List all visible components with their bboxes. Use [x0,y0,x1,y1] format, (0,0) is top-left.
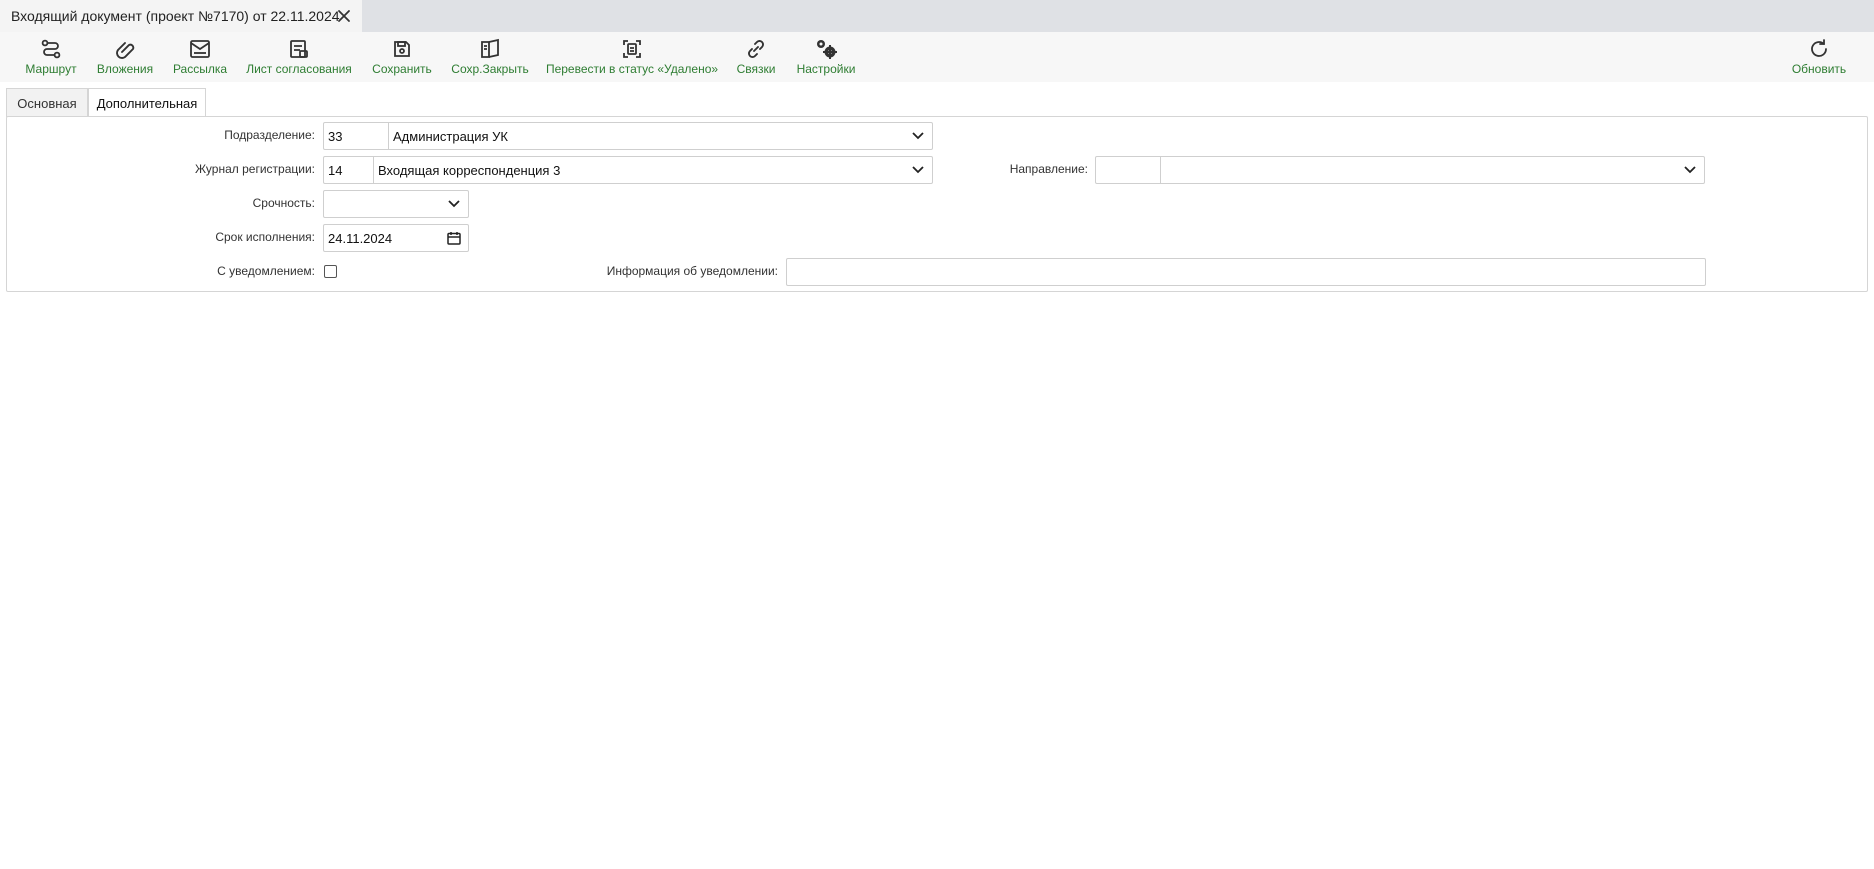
book-icon [477,37,503,61]
due-date-value[interactable]: 24.11.2024 [324,225,440,251]
urgency-select[interactable] [323,190,469,218]
direction-code[interactable] [1096,157,1161,183]
attachments-button[interactable]: Вложения [96,35,154,79]
tab-main[interactable]: Основная [6,88,88,117]
save-close-button[interactable]: Сохр.Закрыть [451,35,529,79]
notify-info-input[interactable] [786,258,1706,286]
mailing-button[interactable]: Рассылка [172,35,228,79]
settings-label: Настройки [796,62,856,76]
notify-checkbox[interactable] [324,265,337,278]
gears-icon [813,37,839,61]
urgency-value[interactable] [324,191,440,217]
move-deleted-button[interactable]: Перевести в статус «Удалено» [545,35,719,79]
close-icon[interactable] [334,6,354,26]
chevron-down-icon[interactable] [1676,157,1704,183]
document-tab-bar: Входящий документ (проект №7170) от 22.1… [0,0,1874,32]
chevron-down-icon[interactable] [904,123,932,149]
notify-label: С уведомлением: [217,264,315,278]
chevron-down-icon[interactable] [440,191,468,217]
due-date-label: Срок исполнения: [215,230,315,244]
attachments-label: Вложения [96,62,154,76]
refresh-icon [1806,37,1832,61]
notify-info-label: Информация об уведомлении: [606,264,778,278]
document-tab[interactable]: Входящий документ (проект №7170) от 22.1… [0,0,362,32]
refresh-button[interactable]: Обновить [1790,35,1848,79]
document-tab-title: Входящий документ (проект №7170) от 22.1… [11,8,340,24]
save-label: Сохранить [372,62,432,76]
calendar-icon[interactable] [440,225,468,251]
paperclip-icon [112,37,138,61]
urgency-label: Срочность: [252,196,315,210]
route-button[interactable]: Маршрут [24,35,78,79]
approval-sheet-button[interactable]: Лист согласования [245,35,353,79]
route-label: Маршрут [25,62,77,76]
floppy-icon [389,37,415,61]
mail-icon [187,37,213,61]
journal-label: Журнал регистрации: [194,162,315,176]
department-name[interactable]: Администрация УК [389,123,904,149]
department-label: Подразделение: [224,128,315,142]
tab-additional[interactable]: Дополнительная [88,88,206,118]
direction-label: Направление: [1009,162,1088,176]
notify-info-value[interactable] [787,259,1705,285]
links-label: Связки [736,62,776,76]
journal-name[interactable]: Входящая корреспонденция 3 [374,157,904,183]
journal-field[interactable]: 14 Входящая корреспонденция 3 [323,156,933,184]
journal-code[interactable]: 14 [324,157,374,183]
links-button[interactable]: Связки [735,35,777,79]
settings-button[interactable]: Настройки [795,35,857,79]
department-field[interactable]: 33 Администрация УК [323,122,933,150]
refresh-label: Обновить [1791,62,1847,76]
move-deleted-label: Перевести в статус «Удалено» [545,62,719,76]
direction-name[interactable] [1161,157,1676,183]
save-button[interactable]: Сохранить [371,35,433,79]
document-frame-icon [619,37,645,61]
document-list-icon [286,37,312,61]
approval-sheet-label: Лист согласования [246,62,352,76]
toolbar: Маршрут Вложения Рассылка Лист согласова… [0,32,1874,82]
link-icon [743,37,769,61]
direction-field[interactable] [1095,156,1705,184]
due-date-field[interactable]: 24.11.2024 [323,224,469,252]
department-code[interactable]: 33 [324,123,389,149]
route-icon [38,37,64,61]
save-close-label: Сохр.Закрыть [451,62,529,76]
chevron-down-icon[interactable] [904,157,932,183]
mailing-label: Рассылка [172,62,228,76]
